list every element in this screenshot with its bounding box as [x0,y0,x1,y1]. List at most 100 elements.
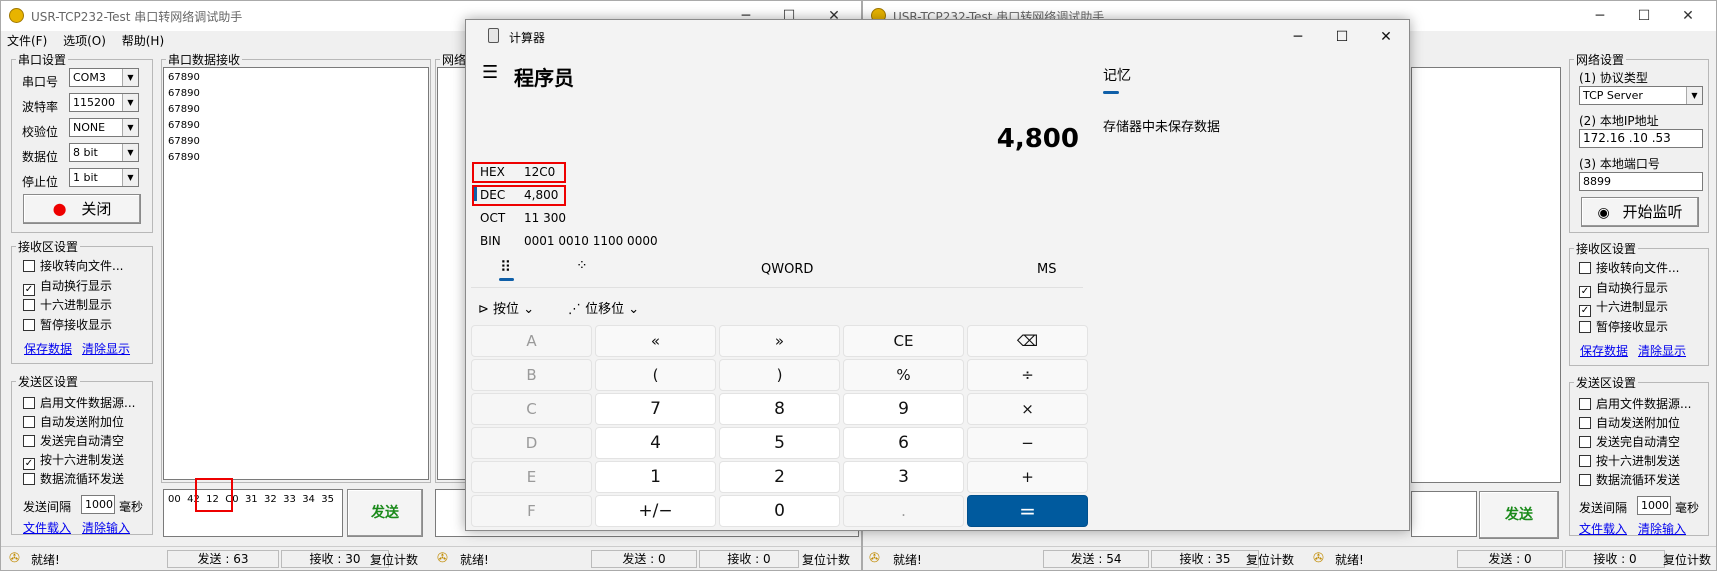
interval-unit: 毫秒 [1675,501,1700,515]
send-option-append[interactable]: 自动发送附加位 [23,415,124,429]
recv-option-to-file[interactable]: 接收转向文件... [23,259,123,273]
reset-count-button[interactable]: 复位计数 [370,551,418,568]
send-option-file-source[interactable]: 启用文件数据源... [23,396,135,410]
recv-option-auto-wrap[interactable]: ✓ 自动换行显示 [23,279,112,296]
databits-value: 8 bit [73,146,98,159]
menu-options[interactable]: 选项(O) [57,31,112,51]
ip-input[interactable]: 172.16 .10 .53 [1579,129,1703,148]
file-load-link[interactable]: 文件载入 [1579,520,1627,537]
send-option-hex[interactable]: 按十六进制发送 [1579,454,1680,468]
send-button[interactable]: 发送 [347,489,423,537]
key-multiply[interactable]: × [967,393,1088,425]
recv-option-hex[interactable]: 十六进制显示 [23,298,112,312]
key-rotate-right[interactable]: » [719,325,840,357]
recv-option-pause[interactable]: 暂停接收显示 [1579,320,1668,334]
close-port-button[interactable]: ● 关闭 [23,194,141,224]
send-option-append[interactable]: 自动发送附加位 [1579,416,1680,430]
hamburger-menu-icon[interactable]: ☰ [482,62,498,83]
recv-option-auto-wrap[interactable]: ✓ 自动换行显示 [1579,281,1668,298]
maximize-icon[interactable]: ☐ [1322,26,1362,48]
key-3[interactable]: 3 [843,461,964,493]
key-percent[interactable]: % [843,359,964,391]
menu-file[interactable]: 文件(F) [1,31,53,51]
start-listen-button[interactable]: ◉ 开始监听 [1581,197,1699,227]
clear-input-link[interactable]: 清除输入 [82,519,130,536]
reset-count-button[interactable]: 复位计数 [1246,551,1294,568]
recv-option-hex[interactable]: ✓ 十六进制显示 [1579,300,1668,317]
key-7[interactable]: 7 [595,393,716,425]
status-recv: 接收 : 35 [1151,550,1259,568]
bit-toggle-keypad-icon[interactable]: ⁘ [576,258,588,274]
reset-count-button-2[interactable]: 复位计数 [1663,551,1711,568]
key-0[interactable]: 0 [719,495,840,527]
key-5[interactable]: 5 [719,427,840,459]
send-option-auto-clear[interactable]: 发送完自动清空 [1579,435,1680,449]
option-label: 按十六进制发送 [1596,454,1681,468]
key-divide[interactable]: ÷ [967,359,1088,391]
protocol-select[interactable]: TCP Server ▼ [1579,86,1703,105]
key-2[interactable]: 2 [719,461,840,493]
file-load-link[interactable]: 文件载入 [23,519,71,536]
recv-option-pause[interactable]: 暂停接收显示 [23,318,112,332]
key-negate[interactable]: +/− [595,495,716,527]
databits-select[interactable]: 8 bit ▼ [69,143,139,162]
menu-help[interactable]: 帮助(H) [116,31,170,51]
maximize-icon[interactable]: ☐ [1629,5,1659,27]
key-1[interactable]: 1 [595,461,716,493]
reset-count-button-2[interactable]: 复位计数 [802,551,850,568]
minimize-icon[interactable]: ─ [1585,5,1615,27]
serial-send-input[interactable]: 00 42 12 C0 31 32 33 34 35 [163,489,343,537]
key-add[interactable]: + [967,461,1088,493]
bitshift-label: 位移位 [585,302,625,317]
clear-input-link[interactable]: 清除输入 [1638,520,1686,537]
send-button[interactable]: 发送 [1479,491,1559,539]
close-icon[interactable]: ✕ [1366,26,1406,48]
send-option-loop[interactable]: 数据流循环发送 [1579,473,1680,487]
key-open-paren[interactable]: ( [595,359,716,391]
parity-select[interactable]: NONE ▼ [69,118,139,137]
status-ready-2: 就绪! [1335,553,1364,567]
full-keypad-icon[interactable]: ⠿ [500,258,511,276]
baud-select[interactable]: 115200 ▼ [69,93,139,112]
clear-display-link[interactable]: 清除显示 [1638,342,1686,359]
checkbox-icon [1579,455,1591,467]
clear-display-link[interactable]: 清除显示 [82,340,130,357]
interval-input[interactable]: 1000 [81,495,115,514]
send-option-file-source[interactable]: 启用文件数据源... [1579,397,1691,411]
interval-input[interactable]: 1000 [1637,496,1671,515]
key-close-paren[interactable]: ) [719,359,840,391]
stopbits-select[interactable]: 1 bit ▼ [69,168,139,187]
key-equals[interactable]: = [967,495,1088,527]
send-option-auto-clear[interactable]: 发送完自动清空 [23,434,124,448]
send-option-loop[interactable]: 数据流循环发送 [23,472,124,486]
memory-store-button[interactable]: MS [1037,262,1056,277]
word-size-button[interactable]: QWORD [761,262,813,277]
memory-tab[interactable]: 记忆 [1103,65,1131,85]
key-subtract[interactable]: − [967,427,1088,459]
bitwise-dropdown[interactable]: ⊳ 按位 ⌄ [478,298,534,317]
close-icon[interactable]: ✕ [1673,5,1703,27]
save-data-link[interactable]: 保存数据 [1580,342,1628,359]
recv-option-to-file[interactable]: 接收转向文件... [1579,261,1679,275]
radix-label: OCT [480,211,506,225]
port-select[interactable]: COM3 ▼ [69,68,139,87]
bitshift-dropdown[interactable]: ⋰ 位移位 ⌄ [568,298,639,317]
key-clear-entry[interactable]: CE [843,325,964,357]
key-4[interactable]: 4 [595,427,716,459]
send-option-hex[interactable]: ✓ 按十六进制发送 [23,453,124,470]
key-rotate-left[interactable]: « [595,325,716,357]
checkbox-icon [1579,321,1591,333]
send-input[interactable] [1411,491,1477,537]
save-data-link[interactable]: 保存数据 [24,340,72,357]
radix-bin[interactable]: BIN 0001 0010 1100 0000 [480,234,658,248]
minimize-icon[interactable]: ─ [1278,26,1318,48]
key-8[interactable]: 8 [719,393,840,425]
calculator-icon [488,28,499,43]
serial-recv-textarea[interactable]: 67890 67890 67890 67890 67890 67890 [163,67,429,480]
radix-oct[interactable]: OCT 11 300 [480,211,566,225]
port-input[interactable]: 8899 [1579,172,1703,191]
key-6[interactable]: 6 [843,427,964,459]
key-backspace[interactable]: ⌫ [967,325,1088,357]
recv-textarea[interactable] [1411,67,1561,483]
key-9[interactable]: 9 [843,393,964,425]
